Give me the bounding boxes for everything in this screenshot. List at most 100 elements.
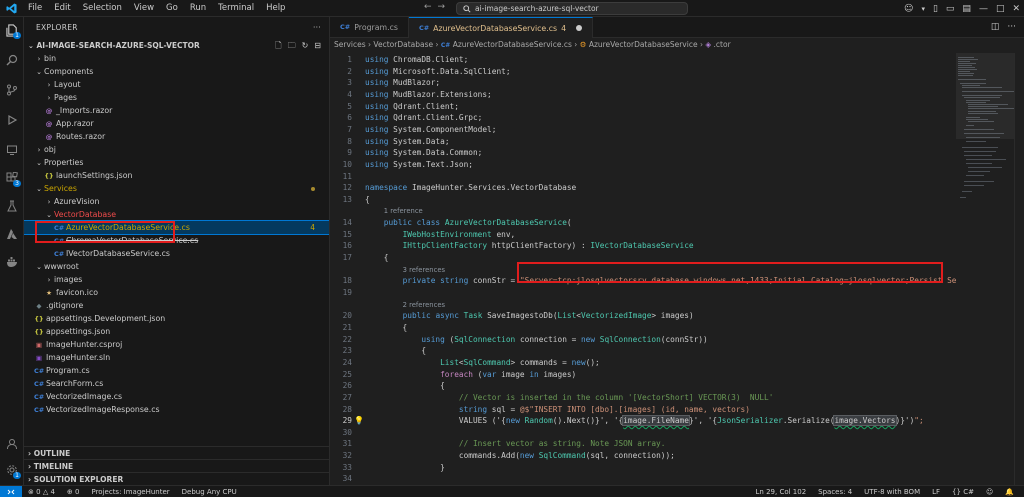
new-file-icon[interactable]: 🗋 xyxy=(275,39,281,52)
code-line[interactable]: using Microsoft.Data.SqlClient; xyxy=(365,67,511,76)
code-line[interactable]: } xyxy=(365,463,445,472)
code-line[interactable]: using Qdrant.Client; xyxy=(365,102,459,111)
code-line[interactable]: { xyxy=(365,323,408,332)
breadcrumb-item[interactable]: AzureVectorDatabaseService xyxy=(589,40,698,49)
menu-item-edit[interactable]: Edit xyxy=(48,0,76,17)
tree-file[interactable]: @ Routes.razor xyxy=(24,130,329,143)
code-line[interactable]: IWebHostEnvironment env, xyxy=(365,230,516,239)
copilot-icon[interactable]: ☺ xyxy=(904,4,913,14)
azure-icon[interactable] xyxy=(0,223,24,245)
menu-item-view[interactable]: View xyxy=(128,0,160,17)
copilot-status-icon[interactable]: ☺ xyxy=(980,488,999,496)
code-line[interactable]: using ChromaDB.Client; xyxy=(365,55,468,64)
code-line[interactable]: using System.Text.Json; xyxy=(365,160,473,169)
code-line[interactable]: { xyxy=(365,346,426,355)
code-line[interactable]: namespace ImageHunter.Services.VectorDat… xyxy=(365,183,576,192)
indentation[interactable]: Spaces: 4 xyxy=(812,488,858,496)
tree-file[interactable]: {} appsettings.Development.json xyxy=(24,312,329,325)
tree-folder[interactable]: › bin xyxy=(24,52,329,65)
remote-explorer-icon[interactable] xyxy=(0,139,24,161)
tree-file[interactable]: ▣ ImageHunter.sln xyxy=(24,351,329,364)
cursor-position[interactable]: Ln 29, Col 102 xyxy=(750,488,813,496)
tree-file[interactable]: @ _Imports.razor xyxy=(24,104,329,117)
close-window-icon[interactable]: ✕ xyxy=(1012,4,1020,14)
menu-item-selection[interactable]: Selection xyxy=(77,0,128,17)
project-status[interactable]: Projects: ImageHunter xyxy=(85,488,175,496)
code-line[interactable]: { xyxy=(365,253,389,262)
tree-file[interactable]: ◆ .gitignore xyxy=(24,299,329,312)
timeline-section[interactable]: › TIMELINE xyxy=(24,459,329,472)
code-line[interactable]: public class AzureVectorDatabaseService( xyxy=(365,218,572,227)
tree-file[interactable]: C# Program.cs xyxy=(24,364,329,377)
code-line[interactable]: VALUES ('{new Random().Next()}', '{image… xyxy=(365,415,924,427)
tree-file[interactable]: {} launchSettings.json xyxy=(24,169,329,182)
code-line[interactable]: using (SqlConnection connection = new Sq… xyxy=(365,335,707,344)
forward-arrow-icon[interactable]: → xyxy=(438,2,446,12)
layout-icon[interactable]: ▤ xyxy=(962,4,971,14)
unsaved-dot-icon[interactable] xyxy=(576,25,583,31)
new-folder-icon[interactable]: 🗀 xyxy=(288,39,296,52)
ports-status[interactable]: ⊕ 0 xyxy=(61,488,86,496)
tree-file[interactable]: C# SearchForm.cs xyxy=(24,377,329,390)
remote-indicator-icon[interactable] xyxy=(0,485,22,497)
more-actions-icon[interactable]: ··· xyxy=(1007,22,1016,32)
command-center-search[interactable]: ai-image-search-azure-sql-vector xyxy=(456,2,688,15)
tree-folder[interactable]: ⌄ Components xyxy=(24,65,329,78)
problems-status[interactable]: ⊗ 0 △ 4 xyxy=(22,488,61,496)
tree-file[interactable]: C# ChromaVectorDatabaseService.cs xyxy=(24,234,329,247)
more-actions-icon[interactable]: ··· xyxy=(313,17,321,39)
code-line[interactable]: IHttpClientFactory httpClientFactory) : … xyxy=(365,241,694,250)
code-line[interactable]: using MudBlazor; xyxy=(365,78,440,87)
codelens-references[interactable]: 1 reference xyxy=(384,207,423,215)
project-folder-header[interactable]: ⌄ AI-IMAGE-SEARCH-AZURE-SQL-VECTOR 🗋 🗀 ↻… xyxy=(24,39,329,52)
source-control-icon[interactable] xyxy=(0,79,24,101)
lightbulb-icon[interactable]: 💡 xyxy=(354,416,364,425)
tab-program-cs[interactable]: C# Program.cs xyxy=(330,17,409,38)
testing-icon[interactable] xyxy=(0,195,24,217)
settings-gear-icon[interactable]: 1 xyxy=(0,459,24,481)
notifications-bell-icon[interactable]: 🔔 xyxy=(999,488,1020,496)
search-icon[interactable] xyxy=(0,49,24,71)
breadcrumb-item[interactable]: Services xyxy=(334,40,366,49)
tree-folder[interactable]: ⌄ wwwroot xyxy=(24,260,329,273)
code-line[interactable]: // Vector is inserted in the column '[Ve… xyxy=(365,393,774,402)
tree-file[interactable]: ▣ ImageHunter.csproj xyxy=(24,338,329,351)
code-editor[interactable]: 1 using ChromaDB.Client; 2 using Microsoft.… xyxy=(330,53,957,495)
tree-file[interactable]: C# AzureVectorDatabaseService.cs 4 xyxy=(24,220,329,235)
code-line[interactable]: foreach (var image in images) xyxy=(365,370,576,379)
back-arrow-icon[interactable]: ← xyxy=(424,2,432,12)
code-line[interactable]: using MudBlazor.Extensions; xyxy=(365,90,492,99)
minimap[interactable] xyxy=(956,53,1016,253)
tree-folder[interactable]: › images xyxy=(24,273,329,286)
code-line[interactable]: using System.ComponentModel; xyxy=(365,125,496,134)
minimize-icon[interactable]: — xyxy=(979,4,988,14)
config-status[interactable]: Debug Any CPU xyxy=(176,488,243,496)
menu-item-run[interactable]: Run xyxy=(184,0,212,17)
editor-scrollbar[interactable] xyxy=(1014,53,1024,485)
account-icon[interactable] xyxy=(0,433,24,455)
toggle-sidebar-icon[interactable]: ▯ xyxy=(933,4,938,14)
language-mode[interactable]: {} C# xyxy=(946,488,980,496)
code-line[interactable]: commands.Add(new SqlCommand(sql, connect… xyxy=(365,451,675,460)
menu-item-go[interactable]: Go xyxy=(160,0,184,17)
breadcrumb-item[interactable]: AzureVectorDatabaseService.cs xyxy=(453,40,572,49)
solution-explorer-section[interactable]: › SOLUTION EXPLORER xyxy=(24,472,329,485)
docker-icon[interactable] xyxy=(0,251,24,273)
tree-file[interactable]: C# IVectorDatabaseService.cs xyxy=(24,247,329,260)
tree-folder[interactable]: › Layout xyxy=(24,78,329,91)
breadcrumb-item[interactable]: VectorDatabase xyxy=(373,40,433,49)
code-line[interactable]: List<SqlCommand> commands = new(); xyxy=(365,358,600,367)
maximize-icon[interactable]: □ xyxy=(996,4,1005,14)
code-line[interactable]: public async Task SaveImagestoDb(List<Ve… xyxy=(365,311,694,320)
tree-file[interactable]: C# VectorizedImageResponse.cs xyxy=(24,403,329,416)
run-debug-icon[interactable] xyxy=(0,109,24,131)
tree-folder[interactable]: ⌄ VectorDatabase xyxy=(24,208,329,221)
code-line[interactable]: { xyxy=(365,381,445,390)
tree-folder[interactable]: › Pages xyxy=(24,91,329,104)
breadcrumb-item[interactable]: .ctor xyxy=(714,40,731,49)
toggle-panel-icon[interactable]: ▭ xyxy=(946,4,955,14)
split-editor-icon[interactable]: ◫ xyxy=(991,22,1000,32)
outline-section[interactable]: › OUTLINE xyxy=(24,446,329,459)
explorer-icon[interactable]: 1 xyxy=(0,19,24,41)
menu-item-file[interactable]: File xyxy=(22,0,48,17)
